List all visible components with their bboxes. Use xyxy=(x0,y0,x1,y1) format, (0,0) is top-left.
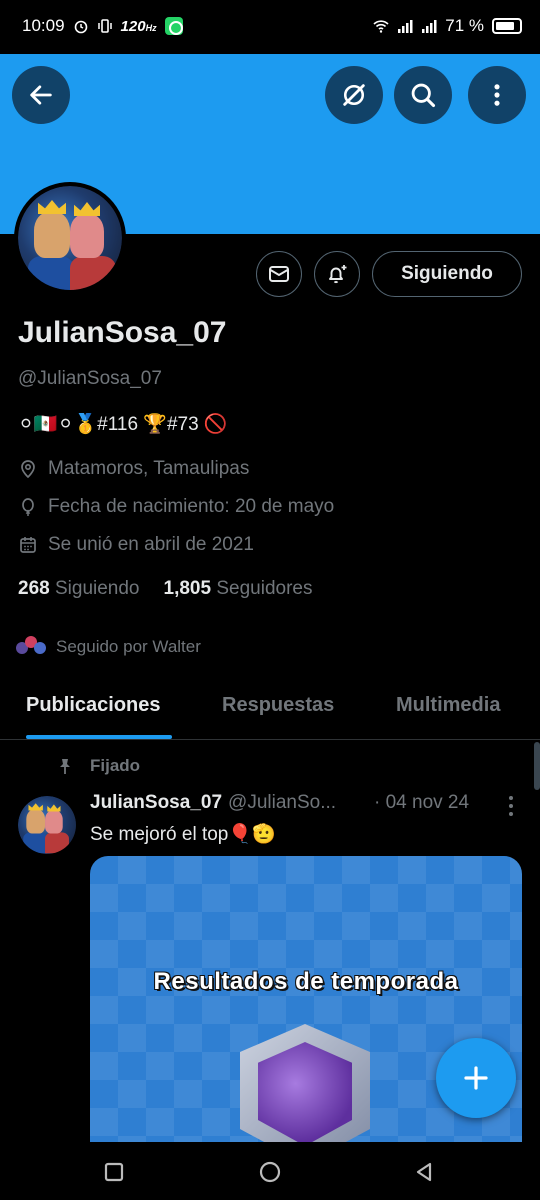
follower-avatar xyxy=(16,634,46,660)
post-text: Se mejoró el top🎈🫡 xyxy=(90,824,276,845)
vibrate-icon xyxy=(97,19,112,33)
home-button[interactable] xyxy=(256,1158,284,1186)
arrow-left-icon xyxy=(30,85,52,105)
signal-icon xyxy=(398,20,413,33)
search-button[interactable] xyxy=(394,66,452,124)
post-author-name[interactable]: JulianSosa_07 xyxy=(90,792,222,814)
alarm-icon xyxy=(74,20,87,34)
search-icon xyxy=(411,83,436,108)
triangle-back-icon xyxy=(416,1162,432,1182)
post-date[interactable]: · 04 nov 24 xyxy=(374,792,469,814)
status-bar: 10:09 120Hz 71 % xyxy=(0,0,540,54)
grok-button[interactable] xyxy=(325,66,383,124)
followed-by-text: Seguido por Walter xyxy=(56,637,201,656)
tab-multimedia[interactable]: Multimedia xyxy=(396,694,500,717)
post-more-icon[interactable] xyxy=(506,794,516,818)
following-count: 268 xyxy=(18,578,50,599)
location-row: Matamoros, Tamaulipas xyxy=(18,458,249,480)
pin-icon xyxy=(60,759,70,774)
followers-count: 1,805 xyxy=(163,578,212,599)
system-nav-bar xyxy=(0,1142,540,1200)
more-button[interactable] xyxy=(468,66,526,124)
post-author-avatar[interactable] xyxy=(18,796,76,854)
post-author-handle[interactable]: @JulianSo... xyxy=(228,792,336,814)
refresh-rate: 120Hz xyxy=(120,17,157,35)
tab-publicaciones[interactable]: Publicaciones xyxy=(26,694,161,717)
followers-label: Seguidores xyxy=(216,578,313,599)
profile-avatar[interactable] xyxy=(14,182,126,294)
balloon-icon xyxy=(22,498,34,516)
square-icon xyxy=(104,1162,124,1182)
tab-respuestas[interactable]: Respuestas xyxy=(222,694,334,717)
active-tab-indicator xyxy=(26,735,172,739)
compose-button[interactable] xyxy=(436,1038,516,1118)
follow-counts: 268 Siguiendo 1,805 Seguidores xyxy=(18,578,312,600)
notify-button[interactable] xyxy=(314,251,360,297)
profile-tabs: Publicaciones Respuestas Multimedia xyxy=(0,682,540,740)
plus-icon xyxy=(464,1066,488,1090)
birthday-text: Fecha de nacimiento: 20 de mayo xyxy=(48,496,335,517)
more-vertical-icon xyxy=(494,84,500,106)
battery-icon xyxy=(492,18,522,34)
signal-icon-2 xyxy=(422,20,437,33)
followed-by-row[interactable]: Seguido por Walter xyxy=(16,634,201,660)
following-button[interactable]: Siguiendo xyxy=(372,251,522,297)
scroll-indicator xyxy=(534,742,540,790)
wifi-icon xyxy=(373,20,389,33)
recents-button[interactable] xyxy=(100,1158,128,1186)
bell-plus-icon xyxy=(329,265,347,284)
grok-icon xyxy=(343,84,365,106)
post-header: JulianSosa_07 @JulianSo... xyxy=(90,792,336,814)
pinned-label: Fijado xyxy=(90,756,141,775)
calendar-icon xyxy=(20,537,36,553)
envelope-icon xyxy=(269,266,289,282)
status-time: 10:09 xyxy=(22,16,65,35)
battery-percent: 71 % xyxy=(445,16,484,35)
profile-bio: ⚪🇲🇽⚪🥇#116 🏆#73 🚫 xyxy=(18,414,228,435)
whatsapp-icon xyxy=(164,17,183,35)
following-label: Siguiendo xyxy=(54,578,140,599)
location-pin-icon xyxy=(21,460,35,479)
location-text: Matamoros, Tamaulipas xyxy=(48,458,250,479)
media-title: Resultados de temporada xyxy=(153,968,459,995)
back-nav-button[interactable] xyxy=(410,1158,438,1186)
pinned-label-row: Fijado xyxy=(56,756,140,776)
followers-link[interactable]: 1,805 Seguidores xyxy=(164,578,313,600)
back-button[interactable] xyxy=(12,66,70,124)
joined-text: Se unió en abril de 2021 xyxy=(48,534,254,555)
profile-handle: @JulianSosa_07 xyxy=(18,368,162,389)
display-name: JulianSosa_07 xyxy=(18,316,227,349)
circle-icon xyxy=(259,1161,281,1183)
following-link[interactable]: 268 Siguiendo xyxy=(18,578,140,600)
message-button[interactable] xyxy=(256,251,302,297)
joined-row: Se unió en abril de 2021 xyxy=(18,534,254,556)
birthday-row: Fecha de nacimiento: 20 de mayo xyxy=(18,496,334,518)
